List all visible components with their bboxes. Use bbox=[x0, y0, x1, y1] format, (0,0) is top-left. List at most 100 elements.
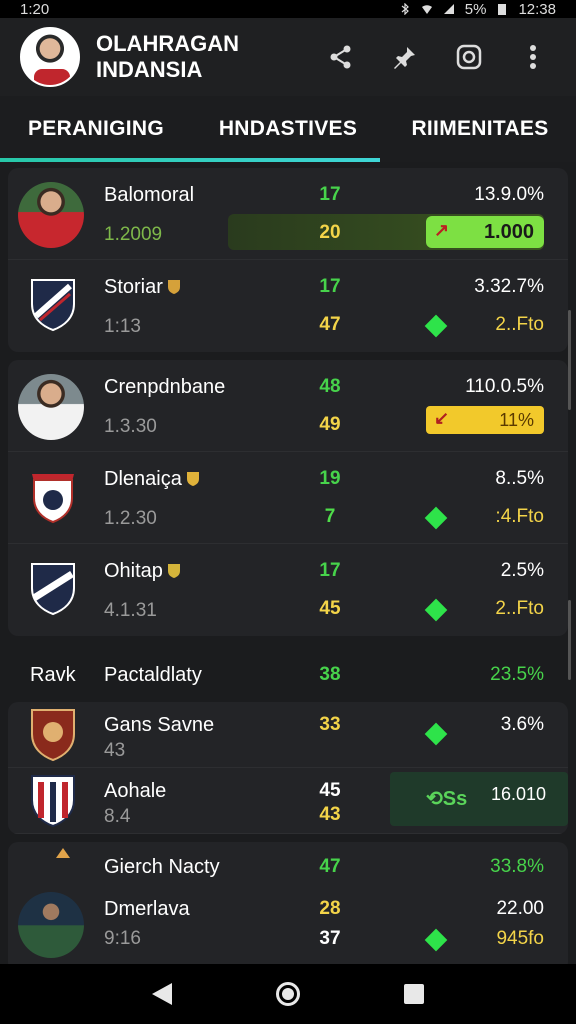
stat-percent: 2.5% bbox=[500, 560, 544, 581]
team-name: Crenpdnbane bbox=[104, 376, 226, 398]
club-crest-icon bbox=[32, 474, 74, 524]
team-card: Gans Savne 43 33 3.6% Aohale 8.4 45 43 ⟲… bbox=[8, 702, 568, 834]
team-sub: 1.2.30 bbox=[104, 508, 157, 529]
shield-badge-icon bbox=[167, 280, 180, 294]
stat-percent: 110.0.5% bbox=[465, 376, 544, 397]
system-nav-bar bbox=[0, 964, 576, 1024]
highlight-label: ⟲Ss bbox=[426, 788, 468, 810]
team-card: Gierch Nacty 47 33.8% Dmerlava 9:16 28 3… bbox=[8, 842, 568, 972]
player-avatar bbox=[18, 892, 84, 958]
trend-diamond-icon bbox=[424, 722, 448, 746]
club-crest-icon bbox=[31, 563, 75, 616]
section-header: Gierch Nacty 47 33.8% bbox=[8, 842, 568, 892]
scrollbar[interactable] bbox=[568, 600, 571, 680]
stat-primary: 17 bbox=[319, 184, 341, 205]
list-item[interactable]: Aohale 8.4 45 43 ⟲Ss 16.010 bbox=[8, 768, 568, 834]
list-item[interactable]: Crenpdnbane 1.3.30 48 49 110.0.5% ↙ 11% bbox=[8, 360, 568, 452]
instagram-button[interactable] bbox=[452, 40, 486, 74]
team-sub: 9:16 bbox=[104, 928, 141, 949]
pin-icon bbox=[394, 47, 415, 69]
list-item[interactable]: Dlenaiça 1.2.30 19 7 8..5% :4.Fto bbox=[8, 452, 568, 544]
status-time-left: 1:20 bbox=[20, 0, 50, 18]
app-title: OLAHRAGAN INDANSIA bbox=[96, 31, 239, 82]
club-crest-icon bbox=[31, 775, 75, 828]
player-avatar bbox=[18, 374, 84, 440]
stat-percent: 8..5% bbox=[495, 468, 544, 489]
pin-button[interactable] bbox=[388, 40, 422, 74]
scrollbar[interactable] bbox=[568, 310, 571, 410]
standings-list: Balomoral 1.2009 17 20 13.9.0% ↗ 1.000 S… bbox=[8, 168, 568, 980]
bluetooth-icon bbox=[401, 3, 409, 15]
status-bar: 1:20 5% 12:38 bbox=[0, 0, 576, 18]
arrow-icon: ↙ bbox=[434, 408, 450, 428]
stat-percent: 22.00 bbox=[496, 898, 544, 919]
share-button[interactable] bbox=[324, 40, 358, 74]
team-sub: 1.2009 bbox=[104, 224, 163, 245]
stat-primary: 19 bbox=[319, 468, 341, 489]
value-badge: ↙ 11% bbox=[426, 406, 544, 434]
stat-secondary: 37 bbox=[319, 928, 341, 949]
app-actions bbox=[324, 40, 550, 74]
arrow-icon: ↗ bbox=[434, 220, 450, 240]
app-bar: OLAHRAGAN INDANSIA bbox=[0, 18, 576, 96]
trend-diamond-icon bbox=[424, 928, 448, 952]
badge-value: 11% bbox=[499, 409, 534, 430]
team-name: Gans Savne bbox=[104, 714, 215, 736]
team-name: Aohale bbox=[104, 780, 167, 802]
team-name: Dlenaiça bbox=[104, 468, 200, 491]
list-item[interactable]: Storiar 1:13 17 47 3.32.7% 2..Fto bbox=[8, 260, 568, 352]
list-item[interactable]: Balomoral 1.2009 17 20 13.9.0% ↗ 1.000 bbox=[8, 168, 568, 260]
section-title: Gierch Nacty bbox=[104, 856, 220, 878]
trend-diamond-icon bbox=[424, 506, 448, 530]
club-crest-icon bbox=[31, 709, 75, 762]
highlight-value: 16.010 bbox=[490, 784, 546, 804]
trend-diamond-icon bbox=[424, 314, 448, 338]
tab-riimenitaes[interactable]: RIIMENITAES bbox=[384, 96, 576, 162]
list-item[interactable]: Gans Savne 43 33 3.6% bbox=[8, 702, 568, 768]
wifi-icon bbox=[421, 5, 432, 14]
stat-primary: 17 bbox=[319, 276, 341, 297]
recents-button[interactable] bbox=[404, 984, 424, 1004]
stat-percent: 3.32.7% bbox=[474, 276, 544, 297]
team-sub: 8.4 bbox=[104, 806, 131, 827]
stat-secondary: 45 bbox=[319, 598, 341, 619]
more-button[interactable] bbox=[516, 40, 550, 74]
stat-value: 2..Fto bbox=[495, 314, 544, 335]
stat-primary: 17 bbox=[319, 560, 341, 581]
team-name: Ohitap bbox=[104, 560, 181, 583]
team-sub: 1:13 bbox=[104, 316, 141, 337]
more-icon bbox=[530, 45, 536, 69]
team-name: Storiar bbox=[104, 276, 181, 299]
section-stat: 47 bbox=[319, 856, 341, 877]
shield-badge-icon bbox=[186, 472, 199, 486]
badge-value: 1.000 bbox=[483, 220, 534, 243]
stat-primary: 45 bbox=[319, 780, 341, 801]
stat-primary: 33 bbox=[319, 714, 341, 735]
team-sub: 4.1.31 bbox=[104, 600, 157, 621]
value-badge: ↗ 1.000 bbox=[426, 216, 544, 248]
back-button[interactable] bbox=[152, 983, 172, 1005]
team-card: Crenpdnbane 1.3.30 48 49 110.0.5% ↙ 11% … bbox=[8, 360, 568, 636]
stat-secondary: 43 bbox=[319, 804, 341, 825]
section-header: Ravk Pactaldlaty 38 23.5% bbox=[8, 644, 568, 702]
status-time-right: 12:38 bbox=[518, 0, 556, 18]
list-item[interactable]: Ohitap 4.1.31 17 45 2.5% 2..Fto bbox=[8, 544, 568, 636]
stat-secondary: 47 bbox=[319, 314, 341, 335]
shield-badge-icon bbox=[167, 564, 180, 578]
instagram-icon bbox=[456, 44, 482, 70]
home-button[interactable] bbox=[276, 982, 300, 1006]
section-percent: 33.8% bbox=[490, 856, 544, 877]
tab-bar: PERANIGING HNDASTIVES RIIMENITAES bbox=[0, 96, 576, 162]
stat-value: 945fo bbox=[496, 928, 544, 949]
stat-primary: 28 bbox=[319, 898, 341, 919]
stat-value: :4.Fto bbox=[495, 506, 544, 527]
team-name: Dmerlava bbox=[104, 898, 190, 920]
list-item[interactable]: Dmerlava 9:16 28 37 22.00 945fo bbox=[8, 892, 568, 972]
stat-percent: 13.9.0% bbox=[474, 184, 544, 205]
app-logo-avatar[interactable] bbox=[20, 27, 80, 87]
trend-diamond-icon bbox=[424, 598, 448, 622]
tab-peraniging[interactable]: PERANIGING bbox=[0, 96, 192, 162]
active-tab-indicator bbox=[0, 158, 380, 162]
tab-hndastives[interactable]: HNDASTIVES bbox=[192, 96, 384, 162]
battery-percent: 5% bbox=[464, 0, 487, 18]
